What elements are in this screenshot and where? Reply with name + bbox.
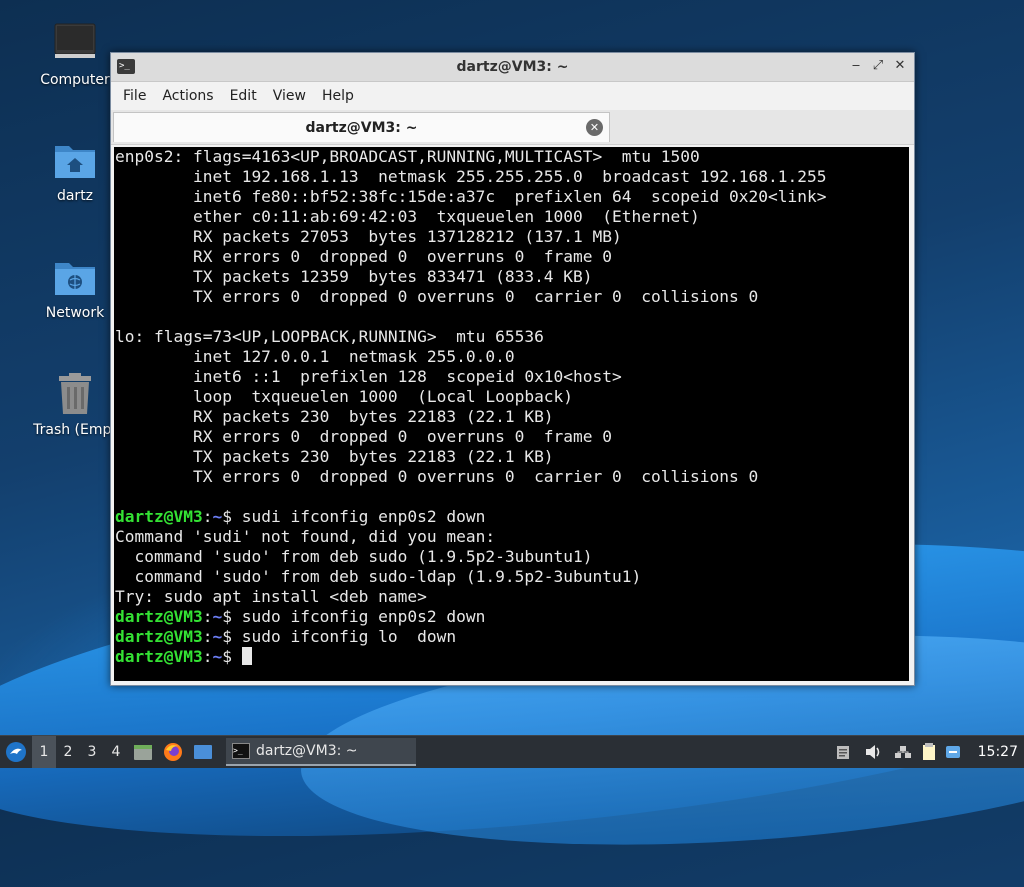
terminal-output-line: loop txqueuelen 1000 (Local Loopback) xyxy=(115,387,574,406)
terminal-output-line: Command 'sudi' not found, did you mean: xyxy=(115,527,496,546)
volume-button[interactable] xyxy=(856,736,890,768)
menu-edit[interactable]: Edit xyxy=(222,88,265,104)
prompt-path: ~ xyxy=(212,647,223,666)
update-icon xyxy=(946,746,960,758)
menu-file[interactable]: File xyxy=(115,88,154,104)
prompt-user: dartz@VM3 xyxy=(115,607,203,626)
maximize-button[interactable]: ⤢ xyxy=(870,58,886,74)
terminal-output-line: Try: sudo apt install <deb name> xyxy=(115,587,427,606)
window-title: dartz@VM3: ~ xyxy=(456,59,569,75)
update-button[interactable] xyxy=(942,736,964,768)
terminal-output-line: enp0s2: flags=4163<UP,BROADCAST,RUNNING,… xyxy=(115,147,700,166)
clock[interactable]: 15:27 xyxy=(978,744,1018,760)
firefox-launcher[interactable] xyxy=(158,736,188,768)
terminal-output-line: inet6 ::1 prefixlen 128 scopeid 0x10<hos… xyxy=(115,367,622,386)
workspace-2[interactable]: 2 xyxy=(56,736,80,768)
prompt-user: dartz@VM3 xyxy=(115,627,203,646)
workspace-1[interactable]: 1 xyxy=(32,736,56,768)
terminal-output-line: inet 192.168.1.13 netmask 255.255.255.0 … xyxy=(115,167,827,186)
menu-bar: File Actions Edit View Help xyxy=(111,82,914,110)
system-tray xyxy=(830,736,964,768)
terminal-output-line: TX packets 230 bytes 22183 (22.1 KB) xyxy=(115,447,554,466)
terminal-text: enp0s2: flags=4163<UP,BROADCAST,RUNNING,… xyxy=(114,147,909,667)
prompt-user: dartz@VM3 xyxy=(115,507,203,526)
show-desktop-button[interactable] xyxy=(188,736,218,768)
network-button[interactable] xyxy=(890,736,916,768)
command-text: sudi ifconfig enp0s2 down xyxy=(241,507,486,526)
terminal-command-line: dartz@VM3:~$ sudo ifconfig enp0s2 down xyxy=(115,607,486,626)
prompt-user: dartz@VM3 xyxy=(115,647,203,666)
terminal-output-line: RX errors 0 dropped 0 overruns 0 frame 0 xyxy=(115,427,613,446)
clipboard-button[interactable] xyxy=(830,736,856,768)
home-folder-icon xyxy=(53,138,97,182)
workspace-3[interactable]: 3 xyxy=(80,736,104,768)
terminal-window: >_ dartz@VM3: ~ ‒ ⤢ ✕ File Actions Edit … xyxy=(110,52,915,686)
taskbar-task-terminal[interactable]: >_ dartz@VM3: ~ xyxy=(226,738,416,766)
file-manager-launcher[interactable] xyxy=(128,736,158,768)
computer-icon xyxy=(53,22,97,66)
prompt-path: ~ xyxy=(212,507,223,526)
terminal-task-icon: >_ xyxy=(232,743,250,759)
clipboard-icon xyxy=(837,746,849,759)
show-desktop-icon xyxy=(194,745,212,759)
prompt-path: ~ xyxy=(212,607,223,626)
terminal-output-line: command 'sudo' from deb sudo-ldap (1.9.5… xyxy=(115,567,642,586)
terminal-output-line: lo: flags=73<UP,LOOPBACK,RUNNING> mtu 65… xyxy=(115,327,544,346)
network-icon xyxy=(895,746,911,758)
terminal-output-line: inet6 fe80::bf52:38fc:15de:a37c prefixle… xyxy=(115,187,827,206)
workspace-4[interactable]: 4 xyxy=(104,736,128,768)
tab-bar: dartz@VM3: ~ ✕ xyxy=(111,110,914,145)
file-manager-icon xyxy=(134,745,152,760)
terminal-output-line: TX packets 12359 bytes 833471 (833.4 KB) xyxy=(115,267,593,286)
minimize-button[interactable]: ‒ xyxy=(848,58,864,74)
menu-actions[interactable]: Actions xyxy=(154,88,221,104)
close-window-button[interactable]: ✕ xyxy=(892,58,908,74)
notes-icon xyxy=(923,743,935,760)
title-bar[interactable]: >_ dartz@VM3: ~ ‒ ⤢ ✕ xyxy=(111,53,914,82)
terminal-output-line xyxy=(115,487,909,507)
terminal-command-line: dartz@VM3:~$ sudi ifconfig enp0s2 down xyxy=(115,507,486,526)
menu-view[interactable]: View xyxy=(265,88,314,104)
prompt-path: ~ xyxy=(212,627,223,646)
firefox-icon xyxy=(164,743,182,761)
notes-button[interactable] xyxy=(916,736,942,768)
terminal-output-line: ether c0:11:ab:69:42:03 txqueuelen 1000 … xyxy=(115,207,700,226)
trash-icon xyxy=(53,372,97,416)
terminal-cursor xyxy=(241,647,252,665)
terminal-output-line: TX errors 0 dropped 0 overruns 0 carrier… xyxy=(115,287,759,306)
network-folder-icon xyxy=(53,255,97,299)
taskbar: 1 2 3 4 >_ dartz@VM3: ~ 15:27 xyxy=(0,735,1024,768)
terminal-output-line: inet 127.0.0.1 netmask 255.0.0.0 xyxy=(115,347,515,366)
terminal-command-line: dartz@VM3:~$ sudo ifconfig lo down xyxy=(115,627,457,646)
tab-label: dartz@VM3: ~ xyxy=(305,120,418,136)
command-text: sudo ifconfig lo down xyxy=(241,627,457,646)
tab-close-icon[interactable]: ✕ xyxy=(586,119,603,136)
terminal-output-line xyxy=(115,307,909,327)
terminal-output-line: RX packets 230 bytes 22183 (22.1 KB) xyxy=(115,407,554,426)
command-text: sudo ifconfig enp0s2 down xyxy=(241,607,486,626)
terminal-output-line: TX errors 0 dropped 0 overruns 0 carrier… xyxy=(115,467,759,486)
terminal-output[interactable]: enp0s2: flags=4163<UP,BROADCAST,RUNNING,… xyxy=(114,147,909,681)
terminal-output-line: command 'sudo' from deb sudo (1.9.5p2-3u… xyxy=(115,547,593,566)
terminal-output-line: RX packets 27053 bytes 137128212 (137.1 … xyxy=(115,227,622,246)
tab-terminal[interactable]: dartz@VM3: ~ ✕ xyxy=(113,112,610,142)
start-menu-button[interactable] xyxy=(0,736,32,768)
lubuntu-logo-icon xyxy=(6,742,26,762)
volume-icon xyxy=(866,745,880,759)
task-label: dartz@VM3: ~ xyxy=(256,743,358,759)
terminal-command-line: dartz@VM3:~$ xyxy=(115,647,909,667)
terminal-output-line: RX errors 0 dropped 0 overruns 0 frame 0 xyxy=(115,247,613,266)
menu-help[interactable]: Help xyxy=(314,88,362,104)
